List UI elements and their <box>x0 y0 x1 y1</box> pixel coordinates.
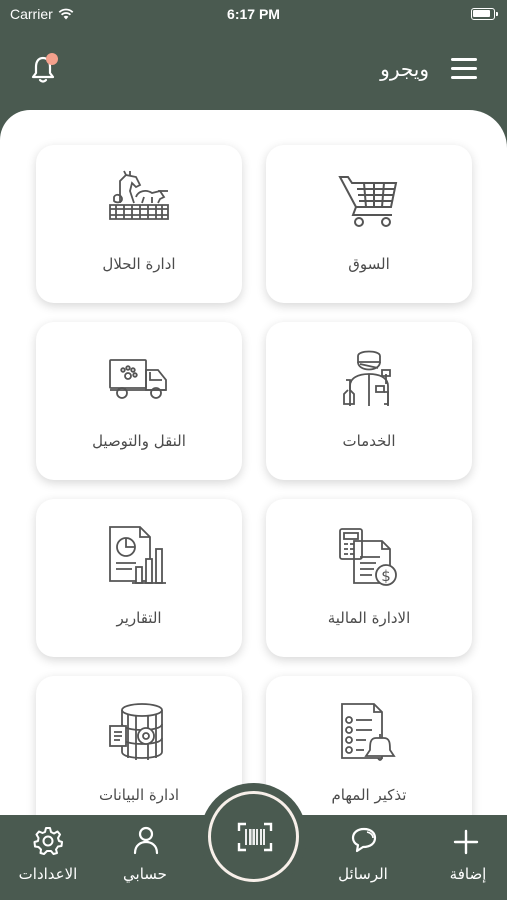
nav-label: إضافة <box>449 865 487 883</box>
tile-label: النقل والتوصيل <box>92 432 186 450</box>
tile-label: السوق <box>348 255 390 273</box>
hamburger-menu-icon[interactable] <box>451 58 477 80</box>
scan-button[interactable] <box>208 791 299 882</box>
reports-icon <box>109 526 166 584</box>
tile-label: الخدمات <box>342 432 396 450</box>
notification-badge <box>46 53 58 65</box>
top-bar: ويجرو <box>0 40 507 100</box>
tile-market[interactable]: السوق <box>266 145 472 303</box>
scan-button-wrapper <box>200 783 307 890</box>
gear-icon <box>33 827 63 855</box>
nav-settings[interactable]: الاعدادات <box>0 815 96 900</box>
status-time: 6:17 PM <box>227 6 280 22</box>
nav-my-account[interactable]: حسابي <box>100 815 190 900</box>
nav-label: الاعدادات <box>18 865 78 883</box>
database-icon <box>109 703 163 760</box>
tile-livestock-management[interactable]: ادارة الحلال <box>36 145 242 303</box>
battery-icon <box>471 8 498 20</box>
status-bar: Carrier 6:17 PM <box>0 0 507 28</box>
livestock-icon <box>109 170 169 220</box>
nav-label: حسابي <box>123 865 167 883</box>
plus-icon <box>453 829 479 855</box>
tile-label: ادارة الحلال <box>102 255 176 273</box>
main-content: السوق ادارة الحلال الخدمات النقل والتوصي… <box>0 110 507 830</box>
tile-label: ادارة البيانات <box>98 786 180 804</box>
task-reminder-icon <box>341 703 396 761</box>
tile-label: التقارير <box>116 609 162 627</box>
shopping-cart-icon <box>338 176 398 227</box>
barcode-scan-icon <box>237 822 273 852</box>
tile-reports[interactable]: التقارير <box>36 499 242 657</box>
user-icon <box>133 826 159 855</box>
tile-financial-management[interactable]: $ الادارة المالية <box>266 499 472 657</box>
app-title: ويجرو <box>380 57 429 81</box>
nav-label: الرسائل <box>338 865 388 883</box>
service-worker-icon <box>343 350 391 406</box>
chat-bubble-icon <box>351 827 377 853</box>
delivery-truck-icon <box>109 359 167 399</box>
tile-label: الادارة المالية <box>327 609 411 627</box>
nav-messages[interactable]: الرسائل <box>318 815 408 900</box>
tile-label: تذكير المهام <box>331 786 407 804</box>
svg-text:$: $ <box>381 567 391 585</box>
finance-invoice-icon: $ <box>339 528 397 586</box>
tile-services[interactable]: الخدمات <box>266 322 472 480</box>
tile-transport-delivery[interactable]: النقل والتوصيل <box>36 322 242 480</box>
nav-add[interactable]: إضافة <box>407 815 507 900</box>
